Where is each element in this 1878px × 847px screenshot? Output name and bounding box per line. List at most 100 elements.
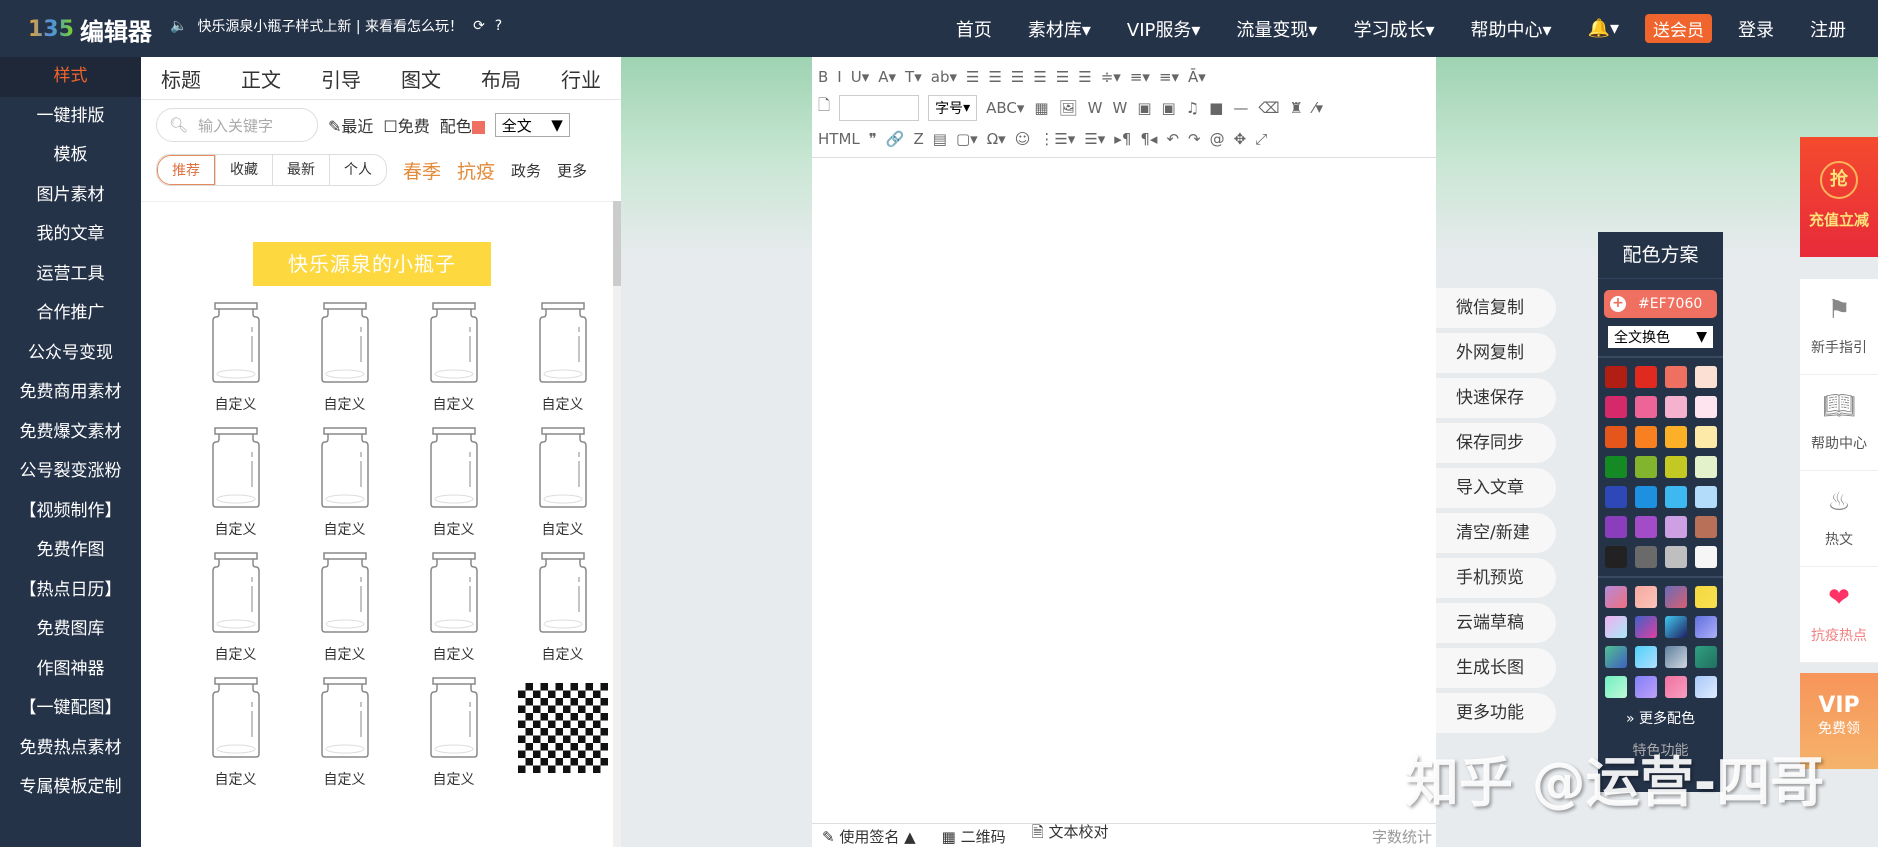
color-swatch[interactable] — [1665, 426, 1687, 448]
left-nav-item[interactable]: 专属模板定制 — [0, 768, 141, 808]
jar-style-item[interactable]: 自定义 — [508, 552, 613, 667]
help-icon[interactable]: ? — [495, 18, 502, 34]
eraser-icon[interactable]: ⌫ — [1258, 99, 1279, 117]
italic-icon[interactable]: I — [837, 68, 841, 86]
quote-icon[interactable]: ❞ — [869, 130, 877, 148]
color-swatch[interactable] — [1665, 366, 1687, 388]
color-swatch[interactable] — [1665, 396, 1687, 418]
ordered-list-icon[interactable]: ⋮☰▾ — [1039, 130, 1075, 148]
color-swatch[interactable] — [1695, 426, 1717, 448]
recent-button[interactable]: ✎最近 — [328, 113, 373, 137]
jar-style-item[interactable]: 自定义 — [399, 677, 508, 792]
color-swatch[interactable] — [1695, 456, 1717, 478]
gradient-swatch[interactable] — [1695, 586, 1717, 608]
tag-spring[interactable]: 春季 — [403, 157, 441, 184]
text-transform-icon[interactable]: Ā▾ — [1188, 68, 1206, 86]
gradient-swatch[interactable] — [1695, 616, 1717, 638]
left-nav-item[interactable]: 作图神器 — [0, 650, 141, 690]
action-button[interactable]: 更多功能 — [1436, 693, 1556, 733]
paragraph-spacing-icon[interactable]: ≡▾ — [1130, 68, 1150, 86]
action-button[interactable]: 快速保存 — [1436, 378, 1556, 418]
move-icon[interactable]: ✥ — [1234, 130, 1247, 148]
left-nav-item[interactable]: 公号裂变涨粉 — [0, 452, 141, 492]
login-link[interactable]: 登录 — [1720, 16, 1792, 42]
jar-style-item[interactable]: 自定义 — [399, 427, 508, 542]
color-swatch[interactable] — [1605, 426, 1627, 448]
jar-style-item[interactable]: 自定义 — [181, 677, 290, 792]
redo-icon[interactable]: ↷ — [1188, 130, 1201, 148]
left-nav-item[interactable]: 【热点日历】 — [0, 571, 141, 611]
gradient-swatch[interactable] — [1665, 676, 1687, 698]
color-swatch[interactable] — [1695, 486, 1717, 508]
align-justify-icon[interactable]: ☰ — [1033, 68, 1046, 86]
font-color-icon[interactable]: A▾ — [878, 68, 896, 86]
find-icon[interactable]: @ — [1210, 130, 1225, 148]
recharge-promo[interactable]: 抢充值立减 — [1800, 137, 1878, 257]
scrollbar[interactable] — [613, 201, 621, 847]
right-side-item[interactable]: ⚑ 新手指引 — [1800, 279, 1878, 375]
link-icon[interactable]: 🔗 — [886, 130, 905, 148]
color-swatch[interactable] — [471, 121, 485, 134]
left-nav-item[interactable]: 图片素材 — [0, 176, 141, 216]
ltr-icon[interactable]: ▸¶ — [1114, 130, 1131, 148]
font-size-select[interactable]: 字号 ▾ — [928, 94, 978, 121]
jar-style-item[interactable]: 自定义 — [508, 427, 613, 542]
color-swatch[interactable] — [1605, 486, 1627, 508]
underline-icon[interactable]: U▾ — [851, 68, 870, 86]
color-swatch[interactable] — [1665, 546, 1687, 568]
file-icon[interactable]: 🗋 — [818, 95, 830, 120]
jar-style-item[interactable]: 自定义 — [290, 552, 399, 667]
left-nav-item[interactable]: 免费爆文素材 — [0, 413, 141, 453]
word-doc-icon[interactable]: W — [1112, 99, 1127, 117]
rtl-icon[interactable]: ¶◂ — [1140, 130, 1157, 148]
right-side-item[interactable]: ❤ 抗疫热点 — [1800, 567, 1878, 663]
action-button[interactable]: 外网复制 — [1436, 333, 1556, 373]
editor-body[interactable] — [812, 158, 1436, 822]
gradient-swatch[interactable] — [1665, 616, 1687, 638]
tab[interactable]: 引导 — [321, 64, 361, 93]
text-style-icon[interactable]: T▾ — [905, 68, 922, 86]
picture-icon[interactable]: ▣ — [1137, 99, 1151, 117]
jar-style-item[interactable]: 自定义 — [181, 427, 290, 542]
align-center-icon[interactable]: ☰ — [988, 68, 1001, 86]
color-swatch[interactable] — [1635, 546, 1657, 568]
scope-select[interactable]: 全文 ▼ — [494, 113, 570, 137]
left-nav-item[interactable]: 免费作图 — [0, 531, 141, 571]
gradient-swatch[interactable] — [1635, 646, 1657, 668]
color-swatch[interactable] — [1605, 396, 1627, 418]
signature-button[interactable]: ✎ 使用签名 ▲ — [822, 826, 916, 847]
color-swatch[interactable] — [1695, 396, 1717, 418]
magic-wand-icon[interactable]: ⁄▾ — [1313, 99, 1323, 117]
free-checkbox[interactable]: ☐免费 — [383, 113, 429, 137]
nav-item[interactable]: 流量变现▾ — [1218, 16, 1335, 42]
tag-epidemic[interactable]: 抗疫 — [457, 157, 495, 184]
nav-item[interactable]: 学习成长▾ — [1335, 16, 1452, 42]
action-button[interactable]: 生成长图 — [1436, 648, 1556, 688]
left-nav-item[interactable]: 免费热点素材 — [0, 729, 141, 769]
color-swatch[interactable] — [1695, 546, 1717, 568]
refresh-icon[interactable]: ⟳ — [473, 18, 485, 34]
filter-tab[interactable]: 推荐 — [157, 155, 215, 185]
bold-icon[interactable]: B — [818, 68, 828, 86]
color-swatch[interactable] — [1605, 546, 1627, 568]
gradient-swatch[interactable] — [1635, 616, 1657, 638]
indent-icon[interactable]: ☰ — [1056, 68, 1069, 86]
template-icon[interactable]: ▤ — [933, 130, 947, 148]
color-swatch[interactable] — [1635, 516, 1657, 538]
action-button[interactable]: 清空/新建 — [1436, 513, 1556, 553]
jar-style-item[interactable]: 自定义 — [290, 677, 399, 792]
left-nav-item[interactable]: 免费商用素材 — [0, 373, 141, 413]
gradient-swatch[interactable] — [1695, 646, 1717, 668]
right-side-item[interactable]: 📖︎ 帮助中心 — [1800, 375, 1878, 471]
left-nav-item[interactable]: 样式 — [0, 57, 141, 97]
omega-icon[interactable]: Ω▾ — [987, 130, 1006, 148]
filter-tab[interactable]: 个人 — [329, 155, 386, 185]
style-preview[interactable]: 快乐源泉的小瓶子 自定义 自定义 自定义 自定义 自定义 自定义 自定义 自定义 自定义 自定义自… — [141, 201, 613, 847]
tab[interactable]: 图文 — [401, 64, 441, 93]
align-right-icon[interactable]: ☰ — [1011, 68, 1024, 86]
hr-icon[interactable]: — — [1233, 99, 1248, 117]
multi-image-icon[interactable]: ▣ — [1162, 99, 1176, 117]
add-icon[interactable]: + — [1610, 296, 1626, 312]
logo[interactable]: 135 编辑器 — [28, 12, 152, 47]
jar-style-item[interactable]: 自定义 — [290, 302, 399, 417]
